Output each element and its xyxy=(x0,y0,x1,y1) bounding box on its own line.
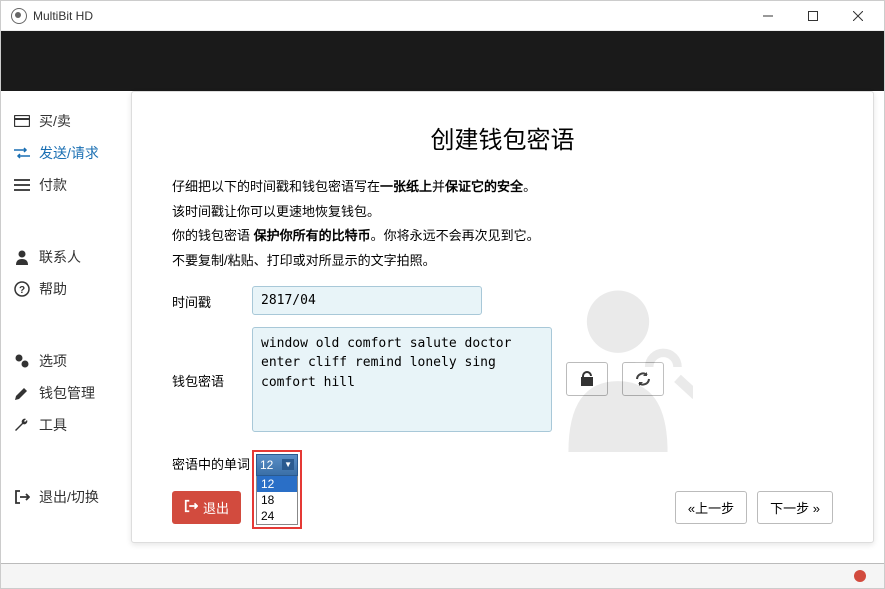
sidebar-item-help[interactable]: ? 帮助 xyxy=(1,273,131,305)
modal-title: 创建钱包密语 xyxy=(172,120,833,155)
window-controls xyxy=(745,2,880,30)
next-button[interactable]: 下一步 » xyxy=(757,491,833,524)
previous-button[interactable]: «上一步 xyxy=(675,491,747,524)
sidebar-item-label: 发送/请求 xyxy=(39,143,99,163)
exit-button[interactable]: 退出 xyxy=(172,491,241,524)
sidebar-item-label: 帮助 xyxy=(39,279,67,299)
close-button[interactable] xyxy=(835,2,880,30)
sidebar-item-buy-sell[interactable]: 买/卖 xyxy=(1,105,131,137)
app-icon xyxy=(11,8,27,24)
maximize-button[interactable] xyxy=(790,2,835,30)
edit-icon xyxy=(13,384,31,402)
sidebar-item-options[interactable]: 选项 xyxy=(1,345,131,377)
status-bar xyxy=(1,563,884,588)
sidebar-item-label: 联系人 xyxy=(39,247,81,267)
sidebar-item-contacts[interactable]: 联系人 xyxy=(1,241,131,273)
chevron-down-icon: ▼ xyxy=(282,459,294,470)
help-icon: ? xyxy=(13,280,31,298)
timestamp-label: 时间戳 xyxy=(172,286,252,311)
word-count-selected-value: 12 xyxy=(260,458,273,472)
window-titlebar: MultiBit HD xyxy=(1,1,884,31)
create-wallet-passphrase-modal: 创建钱包密语 仔细把以下的时间戳和钱包密语写在一张纸上并保证它的安全。 该时间戳… xyxy=(131,91,874,543)
sidebar-item-label: 退出/切换 xyxy=(39,487,99,507)
sign-out-icon xyxy=(184,499,198,516)
sidebar-item-label: 付款 xyxy=(39,175,67,195)
sidebar-item-wallet-management[interactable]: 钱包管理 xyxy=(1,377,131,409)
gears-icon xyxy=(13,352,31,370)
sidebar-item-send-request[interactable]: 发送/请求 xyxy=(1,137,131,169)
words-label: 钱包密语 xyxy=(172,327,252,390)
connection-status-indicator xyxy=(854,570,866,582)
person-silhouette-icon xyxy=(543,282,693,457)
sidebar-item-label: 工具 xyxy=(39,415,67,435)
sidebar-item-label: 钱包管理 xyxy=(39,383,95,403)
sidebar-item-label: 选项 xyxy=(39,351,67,371)
minimize-button[interactable] xyxy=(745,2,790,30)
app-header xyxy=(1,31,884,91)
list-icon xyxy=(13,176,31,194)
wrench-icon xyxy=(13,416,31,434)
sidebar-item-payments[interactable]: 付款 xyxy=(1,169,131,201)
window-title: MultiBit HD xyxy=(33,9,93,23)
sidebar-item-tools[interactable]: 工具 xyxy=(1,409,131,441)
sidebar-item-exit-switch[interactable]: 退出/切换 xyxy=(1,481,131,513)
svg-text:?: ? xyxy=(19,285,25,296)
instructions: 仔细把以下的时间戳和钱包密语写在一张纸上并保证它的安全。 该时间戳让你可以更速地… xyxy=(172,175,833,274)
user-icon xyxy=(13,248,31,266)
sign-out-icon xyxy=(13,488,31,506)
sidebar-item-label: 买/卖 xyxy=(39,111,71,131)
word-count-select[interactable]: 12 ▼ xyxy=(256,454,298,476)
word-count-label: 密语中的单词 xyxy=(172,450,252,473)
transfer-icon xyxy=(13,144,31,162)
sidebar: 买/卖 发送/请求 付款 联系人 ? 帮助 选项 钱包管理 xyxy=(1,91,131,563)
wallet-words-field[interactable]: window old comfort salute doctor enter c… xyxy=(252,327,552,432)
exit-button-label: 退出 xyxy=(203,498,229,517)
word-count-option-12[interactable]: 12 xyxy=(257,476,297,492)
credit-card-icon xyxy=(13,112,31,130)
timestamp-field[interactable]: 2817/04 xyxy=(252,286,482,315)
